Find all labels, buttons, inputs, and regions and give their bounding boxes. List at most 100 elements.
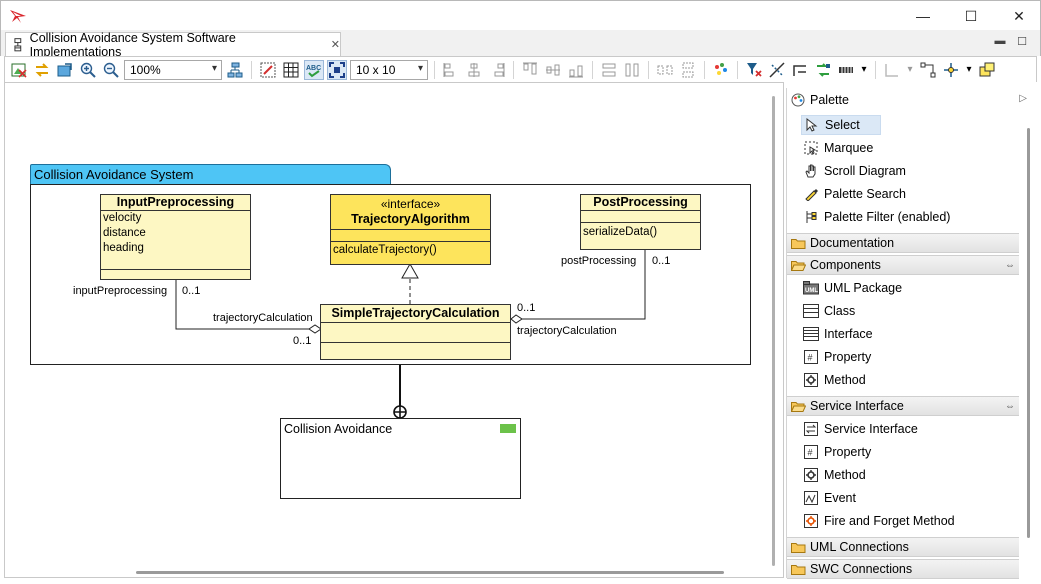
palette-item-uml-package[interactable]: UML UML Package	[801, 278, 908, 298]
toolbar-separator	[648, 60, 649, 79]
arrange-button[interactable]	[813, 60, 833, 80]
editor-tab-title: Collision Avoidance System Software Impl…	[29, 30, 236, 59]
anchor-dropdown[interactable]: ▾	[964, 60, 974, 80]
align-left-button[interactable]	[441, 60, 461, 80]
package-tab[interactable]: Collision Avoidance System	[30, 164, 391, 185]
color-palette-icon	[715, 62, 727, 75]
editor-tab[interactable]: Collision Avoidance System Software Impl…	[5, 30, 341, 59]
export-image-button[interactable]	[9, 60, 29, 80]
palette-tool-marquee[interactable]: Marquee	[801, 138, 879, 158]
drawer-documentation[interactable]: Documentation	[787, 233, 1019, 253]
toolbar-separator	[251, 60, 252, 79]
palette-splitter[interactable]	[772, 96, 775, 566]
interface-trajectory-algorithm[interactable]: «interface» TrajectoryAlgorithm calculat…	[330, 194, 491, 265]
horizontal-scrollbar[interactable]	[136, 571, 724, 574]
class-input-preprocessing[interactable]: InputPreprocessing velocity distance hea…	[100, 194, 251, 280]
align-middle-button[interactable]	[543, 60, 563, 80]
connector-button[interactable]	[918, 60, 938, 80]
align-bottom-icon	[569, 65, 583, 77]
align-right-button[interactable]	[487, 60, 507, 80]
compartment-icon	[839, 66, 853, 73]
fit-button[interactable]	[327, 59, 347, 80]
spellcheck-button[interactable]: ABC	[304, 59, 324, 80]
palette-item-event[interactable]: Event	[801, 488, 862, 508]
palette-header[interactable]: Palette ▷	[787, 88, 1035, 112]
drawer-service-interface[interactable]: Service Interface ⇔	[787, 396, 1019, 416]
minimize-button[interactable]: —	[900, 1, 946, 31]
align-center-button[interactable]	[464, 60, 484, 80]
palette-item-service-method[interactable]: Method	[801, 465, 872, 485]
attributes-compartment	[581, 211, 700, 223]
palette-tool-search[interactable]: Palette Search	[801, 184, 912, 204]
sync-icon	[35, 62, 49, 77]
drawer-label: Service Interface	[810, 399, 904, 413]
palette-tool-scroll[interactable]: Scroll Diagram	[801, 161, 912, 181]
palette-item-method[interactable]: Method	[801, 370, 872, 390]
palette-item-interface[interactable]: Interface	[801, 324, 879, 344]
attribute: velocity	[103, 212, 142, 224]
chevron-right-icon[interactable]: ▷	[1019, 93, 1027, 104]
filter-button[interactable]	[744, 60, 764, 80]
pin-icon[interactable]: ⇔	[1005, 260, 1015, 271]
palette-item-fire-and-forget[interactable]: Fire and Forget Method	[801, 511, 961, 531]
line-style-dropdown[interactable]: ▾	[905, 60, 915, 80]
drawer-swc-connections[interactable]: SWC Connections	[787, 559, 1019, 579]
palette-item-property[interactable]: # Property	[801, 347, 877, 367]
match-height-button[interactable]	[622, 60, 642, 80]
class-name: InputPreprocessing	[101, 195, 250, 211]
drawer-uml-connections[interactable]: UML Connections	[787, 537, 1019, 557]
palette-item-class[interactable]: Class	[801, 301, 861, 321]
palette-item-service-interface[interactable]: Service Interface	[801, 419, 924, 439]
drawer-components[interactable]: Components ⇔	[787, 255, 1019, 275]
hide-connections-button[interactable]	[767, 60, 787, 80]
sync-button[interactable]	[32, 60, 52, 80]
zoom-out-button[interactable]	[101, 60, 121, 80]
role-label: inputPreprocessing	[73, 285, 168, 297]
match-width-button[interactable]	[599, 60, 619, 80]
method-icon	[803, 467, 819, 483]
toolbar-separator	[592, 60, 593, 79]
palette-tool-filter[interactable]: Palette Filter (enabled)	[801, 207, 956, 227]
highlight-button[interactable]	[977, 60, 997, 80]
chevron-down-icon: ▾	[211, 62, 217, 74]
window-titlebar: — ☐ ✕	[0, 0, 1041, 30]
open-element-button[interactable]	[55, 60, 75, 80]
compartment-button[interactable]	[836, 60, 856, 80]
align-top-button[interactable]	[520, 60, 540, 80]
color-button[interactable]	[711, 60, 731, 80]
zoom-in-button[interactable]	[78, 60, 98, 80]
editor-minimize-button[interactable]: ▬	[993, 35, 1007, 49]
palette-tool-label: Marquee	[824, 141, 874, 155]
close-button[interactable]: ✕	[996, 1, 1041, 31]
component-flag	[500, 424, 516, 433]
layout-button[interactable]	[225, 60, 245, 80]
route-button[interactable]	[790, 60, 810, 80]
attributes-compartment	[321, 323, 510, 343]
line-style-button[interactable]	[882, 60, 902, 80]
palette-scrollbar[interactable]	[1027, 128, 1030, 538]
class-simple-trajectory-calculation[interactable]: SimpleTrajectoryCalculation	[320, 304, 511, 360]
fire-forget-icon	[803, 513, 819, 529]
editor-maximize-button[interactable]: ☐	[1015, 35, 1029, 49]
align-left-icon	[443, 62, 454, 77]
spellcheck-icon: ABC	[306, 65, 321, 77]
class-post-processing[interactable]: PostProcessing serializeData()	[580, 194, 701, 250]
component-collision-avoidance[interactable]: Collision Avoidance	[280, 418, 521, 499]
tab-close-icon[interactable]: ✕	[331, 38, 340, 51]
palette-item-service-property[interactable]: # Property	[801, 442, 877, 462]
anchor-button[interactable]	[941, 60, 961, 80]
maximize-button[interactable]: ☐	[948, 1, 994, 31]
compartment-dropdown[interactable]: ▾	[859, 60, 869, 80]
pin-icon[interactable]: ⇔	[1005, 401, 1015, 412]
palette-tool-select[interactable]: Select	[801, 115, 881, 135]
align-bottom-button[interactable]	[566, 60, 586, 80]
zoom-select[interactable]: 100% ▾	[124, 59, 222, 80]
match-height-icon	[625, 63, 639, 76]
distribute-h-button[interactable]	[655, 60, 675, 80]
drawer-label: Documentation	[810, 236, 895, 250]
distribute-v-button[interactable]	[678, 60, 698, 80]
close-icon: ✕	[1013, 7, 1025, 24]
grid-size-select[interactable]: 10 x 10 ▾	[350, 59, 428, 80]
grid-button[interactable]	[281, 60, 301, 80]
snap-button[interactable]	[258, 60, 278, 80]
